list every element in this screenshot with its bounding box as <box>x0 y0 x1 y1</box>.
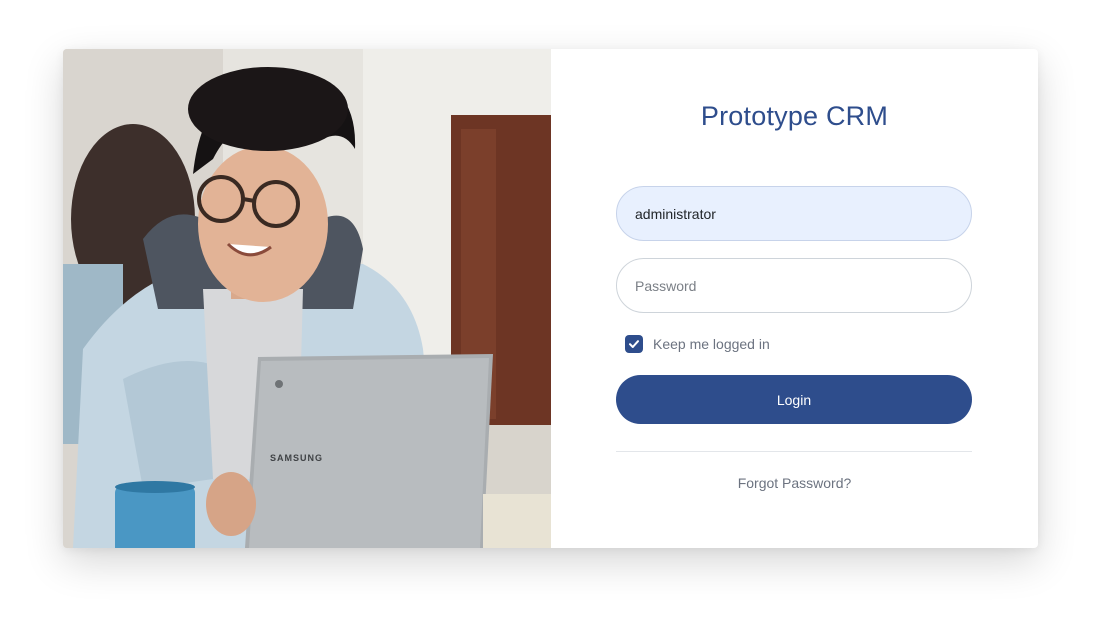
login-button[interactable]: Login <box>616 375 972 424</box>
keep-logged-in-toggle[interactable]: Keep me logged in <box>625 335 770 353</box>
forgot-password-link[interactable]: Forgot Password? <box>551 475 1038 491</box>
login-form-panel: Prototype CRM Keep me logged in Login Fo… <box>551 49 1038 548</box>
laptop-brand-text: SAMSUNG <box>270 453 323 463</box>
password-input[interactable] <box>616 258 972 313</box>
keep-logged-in-label: Keep me logged in <box>653 336 770 352</box>
person-with-laptop-illustration: SAMSUNG <box>63 49 551 548</box>
keep-logged-in-checkbox[interactable] <box>625 335 643 353</box>
username-input[interactable] <box>616 186 972 241</box>
hero-photo: SAMSUNG <box>63 49 551 548</box>
app-title: Prototype CRM <box>700 101 889 131</box>
form-divider <box>616 451 972 452</box>
login-card: SAMSUNG Prototype CRM Keep me logged in … <box>63 49 1038 548</box>
checkmark-icon <box>629 340 639 348</box>
